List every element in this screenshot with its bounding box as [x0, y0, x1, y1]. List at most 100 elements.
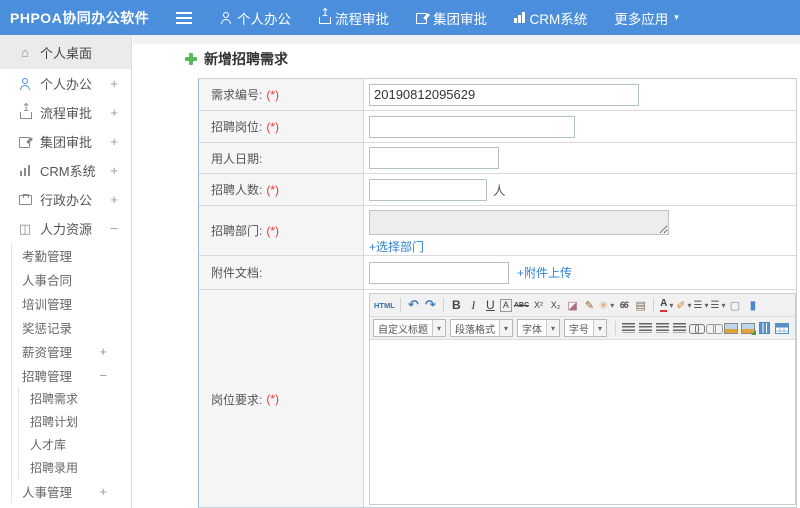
sidebar-item-recruit-requirement[interactable]: 招聘需求 — [19, 387, 131, 410]
nav-crm-system[interactable]: CRM系统 — [514, 8, 587, 28]
insert-columns-icon[interactable] — [757, 319, 772, 338]
menu-toggle-icon[interactable] — [176, 11, 194, 24]
caret-down-icon: ▾ — [669, 300, 674, 310]
required-mark: (*) — [266, 223, 280, 238]
nav-workflow-approval[interactable]: 流程审批 — [318, 8, 389, 28]
italic-button[interactable]: I — [466, 296, 481, 315]
insert-table-icon[interactable] — [774, 319, 789, 338]
ordered-list-icon[interactable]: ☰ ▾ — [693, 296, 708, 315]
sidebar-item-human-resources[interactable]: ◫ 人力资源 − — [0, 214, 131, 243]
caret-down-icon: ▾ — [704, 300, 709, 310]
expand-plus-icon[interactable]: + — [110, 192, 118, 207]
caret-down-icon: ▾ — [593, 320, 606, 336]
font-name-button[interactable]: A — [499, 298, 512, 312]
nav-group-approval[interactable]: 集团审批 — [416, 8, 487, 28]
person-icon — [19, 77, 31, 90]
paragraph-format-select[interactable]: 段落格式 ▾ — [450, 319, 513, 337]
top-nav-menu: 个人办公 流程审批 集团审批 CRM系统 更多应用 ▾ — [220, 8, 706, 28]
remove-link-icon[interactable] — [706, 319, 723, 338]
sidebar-item-attendance-mgmt[interactable]: 考勤管理 — [12, 243, 131, 267]
sidebar-item-personal-desktop[interactable]: ⌂ 个人桌面 — [0, 35, 131, 69]
form-row-attachment: 附件文档: +附件上传 — [199, 256, 796, 290]
chart-icon — [19, 165, 31, 176]
nav-personal-office[interactable]: 个人办公 — [220, 8, 291, 28]
remove-format-icon[interactable]: ◪ — [565, 296, 580, 315]
collapse-minus-icon[interactable]: − — [99, 368, 107, 383]
source-code-button[interactable]: HTML — [374, 296, 395, 315]
editor-content-area[interactable] — [370, 340, 795, 504]
align-left-icon[interactable] — [621, 319, 636, 338]
subscript-button[interactable]: X₂ — [548, 296, 563, 315]
sidebar-item-recruit-hiring[interactable]: 招聘录用 — [19, 456, 131, 479]
expand-plus-icon[interactable]: + — [110, 163, 118, 178]
form-row-recruit-dept: 招聘部门: (*) +选择部门 — [199, 206, 796, 256]
align-center-icon[interactable] — [638, 319, 653, 338]
sidebar-item-personal-office[interactable]: 个人办公 + — [0, 69, 131, 98]
unordered-list-icon[interactable]: ☰ ▾ — [710, 296, 725, 315]
upload-image-icon[interactable] — [740, 319, 756, 338]
field-label: 招聘人数: — [211, 183, 263, 197]
nav-more-apps[interactable]: 更多应用 ▾ — [614, 8, 679, 28]
required-mark: (*) — [266, 392, 280, 406]
font-size-select[interactable]: 字号 ▾ — [564, 319, 607, 337]
auto-typeset-icon[interactable]: ✳ ▾ — [599, 296, 614, 315]
home-icon: ⌂ — [21, 44, 29, 60]
superscript-button[interactable]: X² — [531, 296, 546, 315]
expand-plus-icon[interactable]: + — [99, 484, 107, 499]
sidebar-item-personnel-mgmt[interactable]: 人事管理 + — [12, 479, 131, 503]
unit-suffix: 人 — [493, 184, 506, 198]
caret-down-icon: ▾ — [687, 300, 692, 310]
collapse-minus-icon[interactable]: − — [110, 221, 118, 236]
sidebar-item-hr-contract[interactable]: 人事合同 — [12, 267, 131, 291]
sidebar-item-workflow-approval[interactable]: 流程审批 + — [0, 98, 131, 127]
expand-plus-icon[interactable]: + — [110, 76, 118, 91]
attachment-upload-link[interactable]: +附件上传 — [517, 264, 572, 281]
form-row-headcount: 招聘人数: (*) 人 — [199, 174, 796, 206]
align-right-icon[interactable] — [655, 319, 670, 338]
recruit-submenu: 招聘需求 招聘计划 人才库 招聘录用 — [18, 387, 131, 479]
underline-button[interactable]: U — [483, 296, 498, 315]
new-page-icon[interactable]: ▢ — [727, 296, 742, 315]
highlight-color-icon[interactable]: ✐ ▾ — [676, 296, 691, 315]
insert-image-icon[interactable] — [723, 319, 738, 338]
app-logo: PHPOA协同办公软件 — [10, 9, 150, 26]
format-brush-icon[interactable]: ✎ — [582, 296, 597, 315]
sidebar-item-crm-system[interactable]: CRM系统 + — [0, 156, 131, 185]
recruit-dept-textarea[interactable] — [369, 210, 669, 235]
sidebar-item-recruit-plan[interactable]: 招聘计划 — [19, 410, 131, 433]
clipped-toolbar-icon[interactable]: ▮ — [745, 296, 760, 315]
requirement-no-input[interactable] — [369, 83, 639, 106]
expand-plus-icon[interactable]: + — [110, 134, 118, 149]
field-label: 附件文档: — [211, 266, 263, 280]
edit-icon — [416, 12, 428, 24]
job-position-input[interactable] — [369, 115, 575, 138]
employ-date-input[interactable] — [369, 147, 499, 169]
sidebar-item-recruit-mgmt[interactable]: 招聘管理 − — [12, 363, 131, 387]
paste-template-icon[interactable]: ▤ — [633, 296, 648, 315]
bold-button[interactable]: B — [449, 296, 464, 315]
undo-icon[interactable]: ↶ — [406, 296, 421, 315]
sidebar-item-salary-mgmt[interactable]: 薪资管理 + — [12, 339, 131, 363]
font-color-button[interactable]: A ▾ — [659, 296, 674, 315]
custom-heading-select[interactable]: 自定义标题 ▾ — [373, 319, 446, 337]
blockquote-button[interactable]: 66 — [616, 296, 631, 315]
insert-link-icon[interactable] — [689, 319, 705, 338]
font-family-select[interactable]: 字体 ▾ — [517, 319, 560, 337]
sidebar-item-training-mgmt[interactable]: 培训管理 — [12, 291, 131, 315]
briefcase-icon — [19, 194, 32, 205]
required-mark: (*) — [266, 119, 280, 134]
expand-plus-icon[interactable]: + — [110, 105, 118, 120]
sidebar-item-reward-punish-records[interactable]: 奖惩记录 — [12, 315, 131, 339]
select-dept-link[interactable]: +选择部门 — [369, 238, 424, 255]
expand-plus-icon[interactable]: + — [99, 344, 107, 359]
align-justify-icon[interactable] — [672, 319, 687, 338]
caret-down-icon: ▾ — [546, 320, 559, 336]
attachment-input[interactable] — [369, 261, 509, 284]
redo-icon[interactable]: ↷ — [423, 296, 438, 315]
sidebar-item-group-approval[interactable]: 集团审批 + — [0, 127, 131, 156]
caret-down-icon: ▾ — [432, 320, 445, 336]
sidebar-item-talent-pool[interactable]: 人才库 — [19, 433, 131, 456]
headcount-input[interactable] — [369, 178, 487, 201]
strikethrough-button[interactable]: ABC — [514, 296, 529, 315]
sidebar-item-admin-office[interactable]: 行政办公 + — [0, 185, 131, 214]
